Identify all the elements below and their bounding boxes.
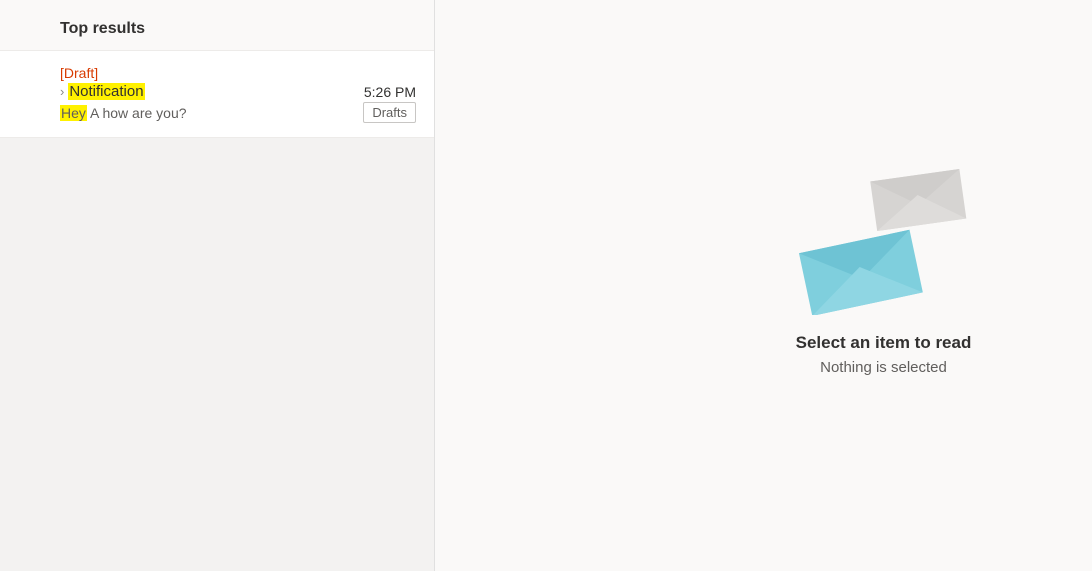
draft-indicator: [Draft] [60,65,416,81]
message-subject: › Notification [60,83,145,100]
subject-highlight: Notification [68,83,144,100]
folder-badge: Drafts [363,102,416,123]
empty-state-title: Select an item to read [796,333,972,353]
chevron-right-icon: › [60,84,64,99]
envelope-icon [798,155,968,315]
message-list-pane: Top results [Draft] › Notification 5:26 … [0,0,435,571]
preview-highlight: Hey [60,105,87,121]
message-preview-row: Hey A how are you? Drafts [60,102,416,123]
reading-pane: Select an item to read Nothing is select… [435,0,1092,571]
empty-state-subtitle: Nothing is selected [820,359,947,376]
message-item[interactable]: [Draft] › Notification 5:26 PM Hey A how… [0,51,434,138]
message-time: 5:26 PM [364,84,416,100]
message-preview: Hey A how are you? [60,105,187,121]
preview-text: A how are you? [87,105,187,121]
message-subject-row: › Notification 5:26 PM [60,83,416,100]
section-header-top-results: Top results [0,0,434,51]
empty-state: Select an item to read Nothing is select… [796,155,972,376]
